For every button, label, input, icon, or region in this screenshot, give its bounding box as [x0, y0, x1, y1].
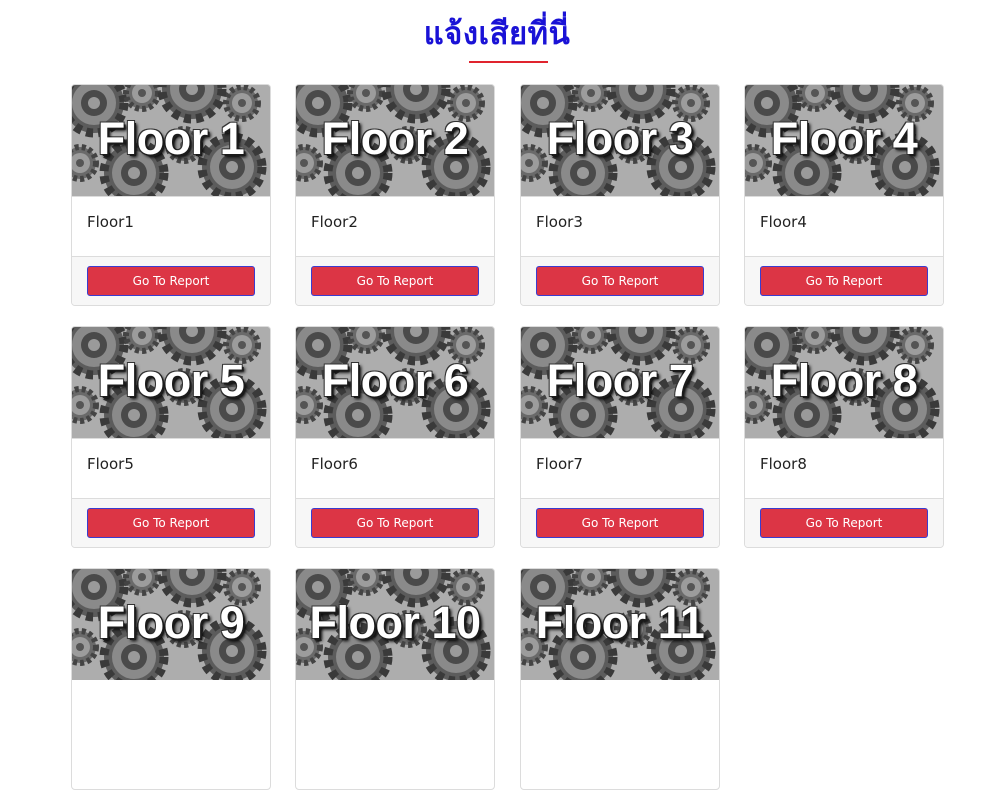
- gears-image: Floor 5: [72, 327, 270, 438]
- card-title: Floor6: [311, 455, 358, 473]
- go-to-report-button[interactable]: Go To Report: [311, 508, 479, 538]
- floor-card: Floor 5 Floor5 Go To Report: [71, 326, 271, 548]
- floor-card: Floor 8 Floor8 Go To Report: [744, 326, 944, 548]
- page-title: แจ้งเสียที่นี่: [423, 16, 571, 52]
- go-to-report-button[interactable]: Go To Report: [311, 266, 479, 296]
- card-title: Floor7: [536, 455, 583, 473]
- gears-image: Floor 8: [745, 327, 943, 438]
- go-to-report-button[interactable]: Go To Report: [536, 508, 704, 538]
- gears-image: Floor 10: [296, 569, 494, 680]
- gears-image: Floor 1: [72, 85, 270, 196]
- card-image-label: Floor 11: [535, 597, 705, 648]
- card-body: Floor1: [72, 196, 270, 256]
- gears-image: Floor 9: [72, 569, 270, 680]
- go-to-report-button[interactable]: Go To Report: [760, 508, 928, 538]
- card-body: Floor8: [745, 438, 943, 498]
- card-title: Floor8: [760, 455, 807, 473]
- go-to-report-button[interactable]: Go To Report: [87, 266, 255, 296]
- card-image-label: Floor 9: [97, 597, 245, 648]
- card-footer: Go To Report: [745, 498, 943, 547]
- card-footer: Go To Report: [296, 498, 494, 547]
- card-title: Floor1: [87, 213, 134, 231]
- card-title: Floor4: [760, 213, 807, 231]
- card-body: Floor3: [521, 196, 719, 256]
- floor-card: Floor 11: [520, 568, 720, 790]
- gears-image: Floor 4: [745, 85, 943, 196]
- card-body: Floor5: [72, 438, 270, 498]
- card-image-label: Floor 7: [546, 355, 694, 406]
- gears-image: Floor 11: [521, 569, 719, 680]
- floor-card: Floor 4 Floor4 Go To Report: [744, 84, 944, 306]
- card-footer: Go To Report: [521, 256, 719, 305]
- card-image-label: Floor 3: [546, 113, 694, 164]
- card-title: Floor2: [311, 213, 358, 231]
- go-to-report-button[interactable]: Go To Report: [87, 508, 255, 538]
- card-image-label: Floor 10: [309, 597, 481, 648]
- gears-image: Floor 2: [296, 85, 494, 196]
- floor-card: Floor 3 Floor3 Go To Report: [520, 84, 720, 306]
- card-footer: Go To Report: [296, 256, 494, 305]
- floor-card: Floor 10: [295, 568, 495, 790]
- gears-image: Floor 6: [296, 327, 494, 438]
- card-body: Floor2: [296, 196, 494, 256]
- card-body: Floor7: [521, 438, 719, 498]
- card-body: Floor6: [296, 438, 494, 498]
- gears-image: Floor 3: [521, 85, 719, 196]
- card-image-label: Floor 5: [97, 355, 245, 406]
- card-image-label: Floor 2: [321, 113, 469, 164]
- floor-card: Floor 2 Floor2 Go To Report: [295, 84, 495, 306]
- floor-card: Floor 7 Floor7 Go To Report: [520, 326, 720, 548]
- card-image-label: Floor 6: [321, 355, 469, 406]
- card-title: Floor5: [87, 455, 134, 473]
- card-title: Floor3: [536, 213, 583, 231]
- title-underline: [469, 61, 548, 63]
- card-image-label: Floor 8: [770, 355, 918, 406]
- floor-card: Floor 9: [71, 568, 271, 790]
- card-footer: Go To Report: [521, 498, 719, 547]
- gears-image: Floor 7: [521, 327, 719, 438]
- card-footer: Go To Report: [72, 498, 270, 547]
- card-image-label: Floor 1: [97, 113, 245, 164]
- go-to-report-button[interactable]: Go To Report: [760, 266, 928, 296]
- card-footer: Go To Report: [745, 256, 943, 305]
- card-footer: Go To Report: [72, 256, 270, 305]
- card-image-label: Floor 4: [770, 113, 918, 164]
- floor-card: Floor 1 Floor1 Go To Report: [71, 84, 271, 306]
- floor-card: Floor 6 Floor6 Go To Report: [295, 326, 495, 548]
- card-body: Floor4: [745, 196, 943, 256]
- go-to-report-button[interactable]: Go To Report: [536, 266, 704, 296]
